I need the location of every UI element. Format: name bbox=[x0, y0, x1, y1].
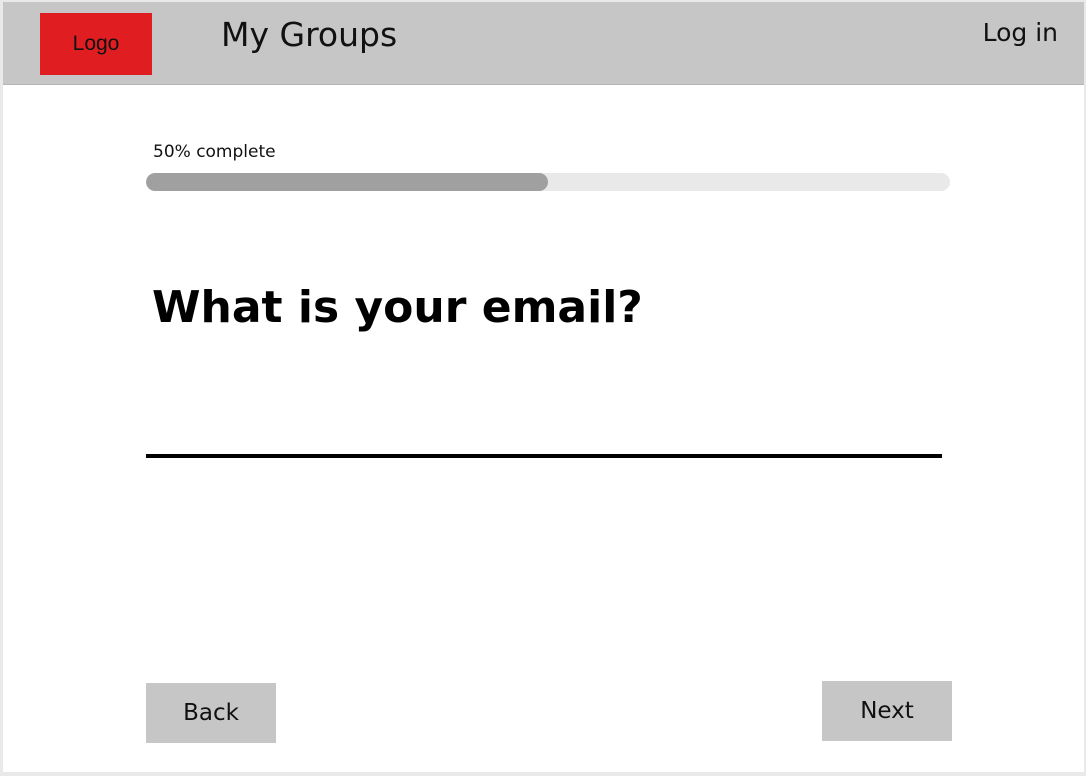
top-header: Logo My Groups Log in bbox=[3, 2, 1084, 85]
next-button[interactable]: Next bbox=[822, 681, 952, 741]
progress-bar bbox=[146, 173, 950, 191]
question-heading: What is your email? bbox=[152, 282, 643, 333]
page-title: My Groups bbox=[221, 15, 398, 54]
login-link[interactable]: Log in bbox=[983, 20, 1058, 45]
app-frame: Logo My Groups Log in 50% complete What … bbox=[3, 2, 1084, 772]
progress-label: 50% complete bbox=[153, 142, 276, 162]
logo[interactable]: Logo bbox=[40, 13, 152, 75]
back-button[interactable]: Back bbox=[146, 683, 276, 743]
progress-fill bbox=[146, 173, 548, 191]
email-field[interactable] bbox=[146, 412, 942, 458]
